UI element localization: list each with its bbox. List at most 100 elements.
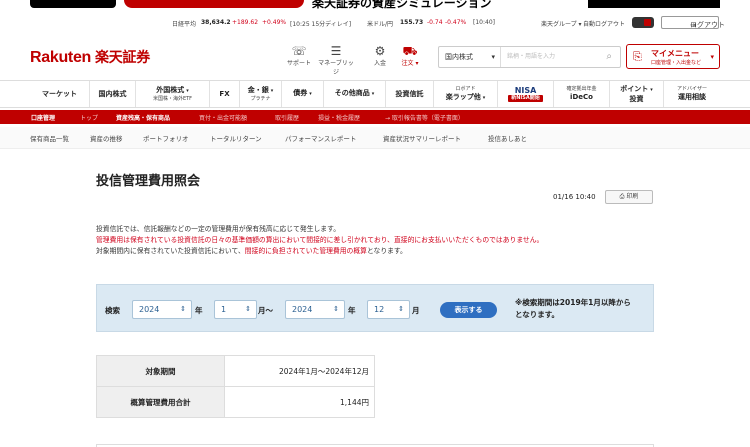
banner-text: 楽天証券の資産シミュレーション: [312, 0, 492, 9]
tnav-portfolio[interactable]: ポートフォリオ: [143, 133, 189, 143]
deposit-button[interactable]: ⚙ 入金: [364, 44, 396, 67]
chevron-down-icon: ▾: [482, 94, 486, 101]
search-filter-panel: 検索 2024 ⇕ 年 1 ⇕ 月～ 2024 ⇕ 年 12 ⇕ 月 表示する ※検索期…: [96, 284, 654, 332]
gnav-item-jp-stock[interactable]: 国内株式: [90, 81, 136, 107]
nisa-badge: 新NISA開始: [508, 95, 543, 102]
market-ticker: 日経平均 38,634.2 +189.62 +0.49% [10:25 15分デ…: [0, 16, 750, 30]
tnav-holdings-list[interactable]: 保有商品一覧: [30, 133, 69, 143]
print-icon: ⎙: [619, 193, 625, 200]
filter-search-label: 検索: [105, 306, 120, 315]
mymenu-button[interactable]: ⎘ マイメニュー 口座管理・入出金など ▾: [626, 44, 720, 69]
year-unit-label: 年: [195, 306, 203, 315]
gnav-label: 楽ラップ他: [445, 92, 481, 101]
logout-button[interactable]: ⇥ ログアウト: [661, 16, 725, 29]
to-month-value: 12: [374, 305, 385, 314]
search-icon[interactable]: ⌕: [606, 51, 612, 62]
rnav-holdings[interactable]: 資産残高・保有商品: [116, 113, 170, 122]
usdjpy-time: [10:40]: [473, 19, 495, 26]
support-button[interactable]: ☏ サポート: [283, 44, 315, 67]
banner-block-right: [588, 0, 720, 8]
order-button[interactable]: ⛟ 注文 ▾: [394, 44, 426, 67]
chevron-down-icon: ▾: [309, 91, 312, 97]
rnav-tax[interactable]: 損益・税金履歴: [318, 113, 360, 122]
rnav-account[interactable]: 口座管理: [31, 113, 55, 122]
tnav-summary-report[interactable]: 資産状況サマリーレポート: [383, 133, 461, 143]
from-year-select[interactable]: 2024 ⇕: [132, 300, 192, 319]
tnav-fund-footprint[interactable]: 投信あしあと: [488, 133, 527, 143]
rnav-top[interactable]: トップ: [80, 113, 98, 122]
auto-logout-toggle[interactable]: [632, 17, 654, 28]
tnav-performance-report[interactable]: パフォーマンスレポート: [285, 133, 356, 143]
rakuten-group-menu[interactable]: 楽天グループ ▾: [541, 19, 582, 28]
account-nav: 口座管理 トップ 資産残高・保有商品 買付・出金可能額 取引履歴 損益・税金履歴…: [0, 110, 750, 124]
desc-line-3a: 対象期間内に保有されていた投資信託において、: [96, 247, 245, 255]
gnav-item-point[interactable]: ポイント ▾ 投資: [610, 81, 664, 107]
gnav-item-gold[interactable]: 金・銀 ▾ プラチナ: [240, 81, 282, 107]
gnav-item-market[interactable]: マーケット: [30, 81, 90, 107]
gnav-label: 債券: [293, 89, 308, 97]
gnav-item-fx[interactable]: FX: [210, 81, 240, 107]
desc-line-3c: となります。: [366, 247, 407, 255]
gnav-label: 運用相談: [678, 93, 706, 101]
from-month-select[interactable]: 1 ⇕: [214, 300, 257, 319]
print-button[interactable]: ⎙ 印刷: [605, 190, 653, 204]
money-bridge-button[interactable]: ☰ マネーブリッジ: [316, 44, 356, 76]
month-range-label: 月～: [258, 306, 273, 315]
chevron-down-icon: ▾: [270, 87, 274, 94]
gnav-sub: プラチナ: [250, 95, 271, 102]
to-month-select[interactable]: 12 ⇕: [367, 300, 410, 319]
gnav-label: 投資: [629, 94, 644, 103]
search-input[interactable]: 銘柄・用語を入力: [507, 47, 597, 67]
tnav-total-return[interactable]: トータルリターン: [210, 133, 262, 143]
rnav-history[interactable]: 取引履歴: [275, 113, 299, 122]
gnav-label: 金・銀: [247, 85, 269, 94]
rakuten-logo[interactable]: Rakuten 楽天証券: [30, 47, 150, 67]
gnav-label: その他商品: [334, 89, 370, 97]
nikkei-change: +189.62: [232, 19, 259, 26]
gnav-sub: ロボアド: [455, 85, 476, 92]
search-category-select[interactable]: 国内株式: [439, 47, 501, 67]
gnav-item-bond[interactable]: 債券 ▾: [282, 81, 324, 107]
gnav-item-advisor[interactable]: アドバイザー 運用相談: [664, 81, 720, 107]
rnav-withdraw[interactable]: 買付・出金可能額: [199, 113, 247, 122]
desc-line-2: 管理費用は保有されている投資信託の日々の基準価額の算出において間接的に差し引かれ…: [96, 236, 544, 244]
gnav-item-nisa[interactable]: NISA 新NISA開始: [498, 81, 554, 107]
period-value: 2024年1月～2024年12月: [224, 355, 375, 387]
from-year-value: 2024: [139, 305, 160, 314]
gnav-item-other[interactable]: その他商品 ▾: [324, 81, 386, 107]
gnav-label: 外国株式: [156, 85, 185, 94]
mymenu-title: マイメニュー: [651, 49, 699, 58]
order-label: 注文 ▾: [401, 60, 419, 67]
gnav-item-roboad[interactable]: ロボアド 楽ラップ他 ▾: [434, 81, 498, 107]
gnav-item-fund[interactable]: 投資信託: [386, 81, 434, 107]
tnav-asset-trend[interactable]: 資産の推移: [90, 133, 123, 143]
table-row: 対象期間 2024年1月～2024年12月: [96, 355, 375, 387]
select-arrows-icon: ⇕: [180, 305, 186, 313]
year-unit-label-2: 年: [348, 306, 356, 315]
select-arrows-icon: ⇕: [333, 305, 339, 313]
page-title: 投信管理費用照会: [96, 174, 201, 189]
gnav-label: FX: [219, 89, 230, 98]
gnav-item-ideco[interactable]: 確定拠出年金 iDeCo: [554, 81, 610, 107]
banner-block-red: [124, 0, 304, 8]
month-unit-label: 月: [412, 306, 420, 315]
mymenu-icon: ⎘: [633, 50, 642, 63]
chevron-down-icon: ▾: [650, 86, 653, 93]
nikkei-time: [10:25 15分ディレイ]: [290, 21, 352, 28]
gnav-label: マーケット: [42, 89, 77, 98]
gnav-sub: アドバイザー: [676, 86, 707, 92]
show-button[interactable]: 表示する: [440, 302, 497, 318]
banner-block-left: [30, 0, 116, 8]
note-line-1: ※検索期間は2019年1月以降から: [515, 298, 631, 307]
promo-banner[interactable]: 楽天証券の資産シミュレーション: [0, 0, 750, 9]
logo-en: Rakuten: [30, 49, 92, 66]
gnav-label: 投資信託: [395, 89, 424, 98]
auto-logout-label: 自動ログアウト: [583, 21, 626, 28]
chevron-down-icon: ▾: [710, 53, 714, 61]
summary-table: 対象期間 2024年1月～2024年12月 概算管理費用合計 1,144円: [96, 355, 375, 418]
gnav-item-foreign-stock[interactable]: 外国株式 ▾ 米国株・海外ETF: [136, 81, 210, 107]
gnav-sub: 確定拠出年金: [566, 86, 597, 92]
to-year-select[interactable]: 2024 ⇕: [285, 300, 345, 319]
rnav-report[interactable]: → 取引報告書等（電子書面）: [385, 113, 464, 122]
total-cost-label: 概算管理費用合計: [96, 386, 225, 418]
